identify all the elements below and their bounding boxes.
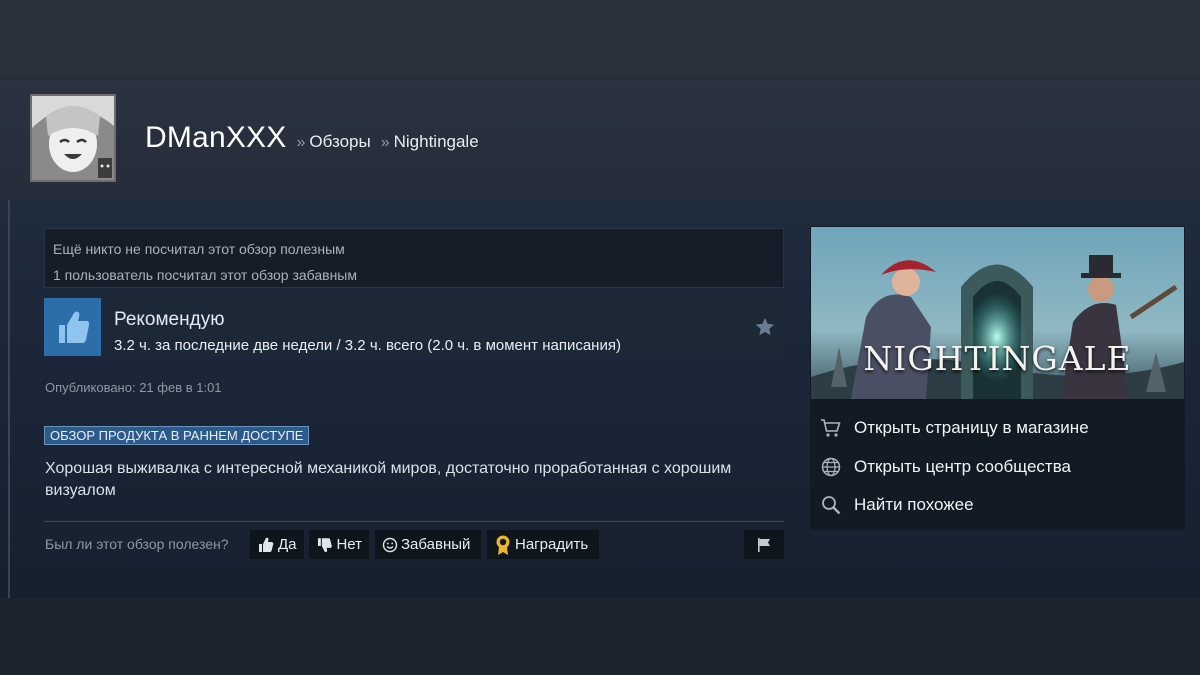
- game-info-card: NIGHTINGALE Открыть страницу в магазине …: [810, 226, 1185, 530]
- vote-yes-button[interactable]: Да: [250, 530, 304, 559]
- community-hub-link[interactable]: Открыть центр сообщества: [820, 454, 1071, 480]
- vote-no-label: Нет: [336, 536, 362, 553]
- vote-funny-button[interactable]: Забавный: [375, 530, 481, 559]
- store-page-link[interactable]: Открыть страницу в магазине: [820, 415, 1089, 441]
- thumbs-up-icon: [259, 537, 274, 552]
- report-flag-button[interactable]: [744, 530, 784, 559]
- search-icon: [820, 494, 842, 516]
- vote-funny-label: Забавный: [401, 536, 471, 553]
- find-similar-link[interactable]: Найти похожее: [820, 492, 974, 518]
- content-left-border: [8, 200, 10, 598]
- breadcrumb-reviews[interactable]: Обзоры: [309, 132, 370, 152]
- page-footer-band: [0, 598, 1200, 675]
- community-hub-label: Открыть центр сообщества: [854, 457, 1072, 476]
- star-icon[interactable]: [754, 316, 776, 338]
- recommendation-title: Рекомендую: [114, 309, 225, 330]
- helpful-count-text: Ещё никто не посчитал этот обзор полезны…: [53, 241, 345, 257]
- vote-yes-label: Да: [278, 536, 297, 553]
- breadcrumb-separator: »: [296, 134, 306, 151]
- review-body: Хорошая выживалка с интересной механикой…: [45, 460, 732, 499]
- helpful-question: Был ли этот обзор полезен?: [45, 536, 229, 552]
- breadcrumb-separator: »: [380, 134, 390, 151]
- vote-summary: Ещё никто не посчитал этот обзор полезны…: [44, 228, 784, 288]
- funny-count-text: 1 пользователь посчитал этот обзор забав…: [53, 267, 357, 283]
- cart-icon: [820, 417, 842, 439]
- game-logo-text: NIGHTINGALE: [863, 339, 1132, 378]
- posted-date: Опубликовано: 21 фев в 1:01: [45, 380, 222, 395]
- find-similar-label: Найти похожее: [854, 495, 974, 514]
- page-title: DManXXX » Обзоры » Nightingale: [145, 121, 479, 155]
- breadcrumb-game[interactable]: Nightingale: [394, 132, 479, 152]
- thumbs-down-icon: [317, 537, 332, 552]
- store-page-label: Открыть страницу в магазине: [854, 418, 1089, 437]
- thumbs-up-icon: [44, 298, 101, 356]
- globe-icon: [820, 456, 842, 478]
- playtime-text: 3.2 ч. за последние две недели / 3.2 ч. …: [114, 337, 621, 354]
- avatar[interactable]: [30, 94, 116, 182]
- game-capsule-image[interactable]: NIGHTINGALE: [811, 227, 1184, 399]
- divider: [44, 521, 784, 522]
- award-icon: [496, 535, 510, 555]
- award-button[interactable]: Наградить: [487, 530, 599, 559]
- username-link[interactable]: DManXXX: [145, 121, 286, 155]
- vote-no-button[interactable]: Нет: [309, 530, 369, 559]
- recommendation-block: Рекомендую 3.2 ч. за последние две недел…: [44, 298, 784, 356]
- top-bar: [0, 0, 1200, 80]
- award-label: Наградить: [515, 536, 589, 553]
- flag-icon: [758, 537, 770, 552]
- early-access-badge: ОБЗОР ПРОДУКТА В РАННЕМ ДОСТУПЕ: [44, 426, 310, 445]
- smiley-icon: [382, 537, 398, 552]
